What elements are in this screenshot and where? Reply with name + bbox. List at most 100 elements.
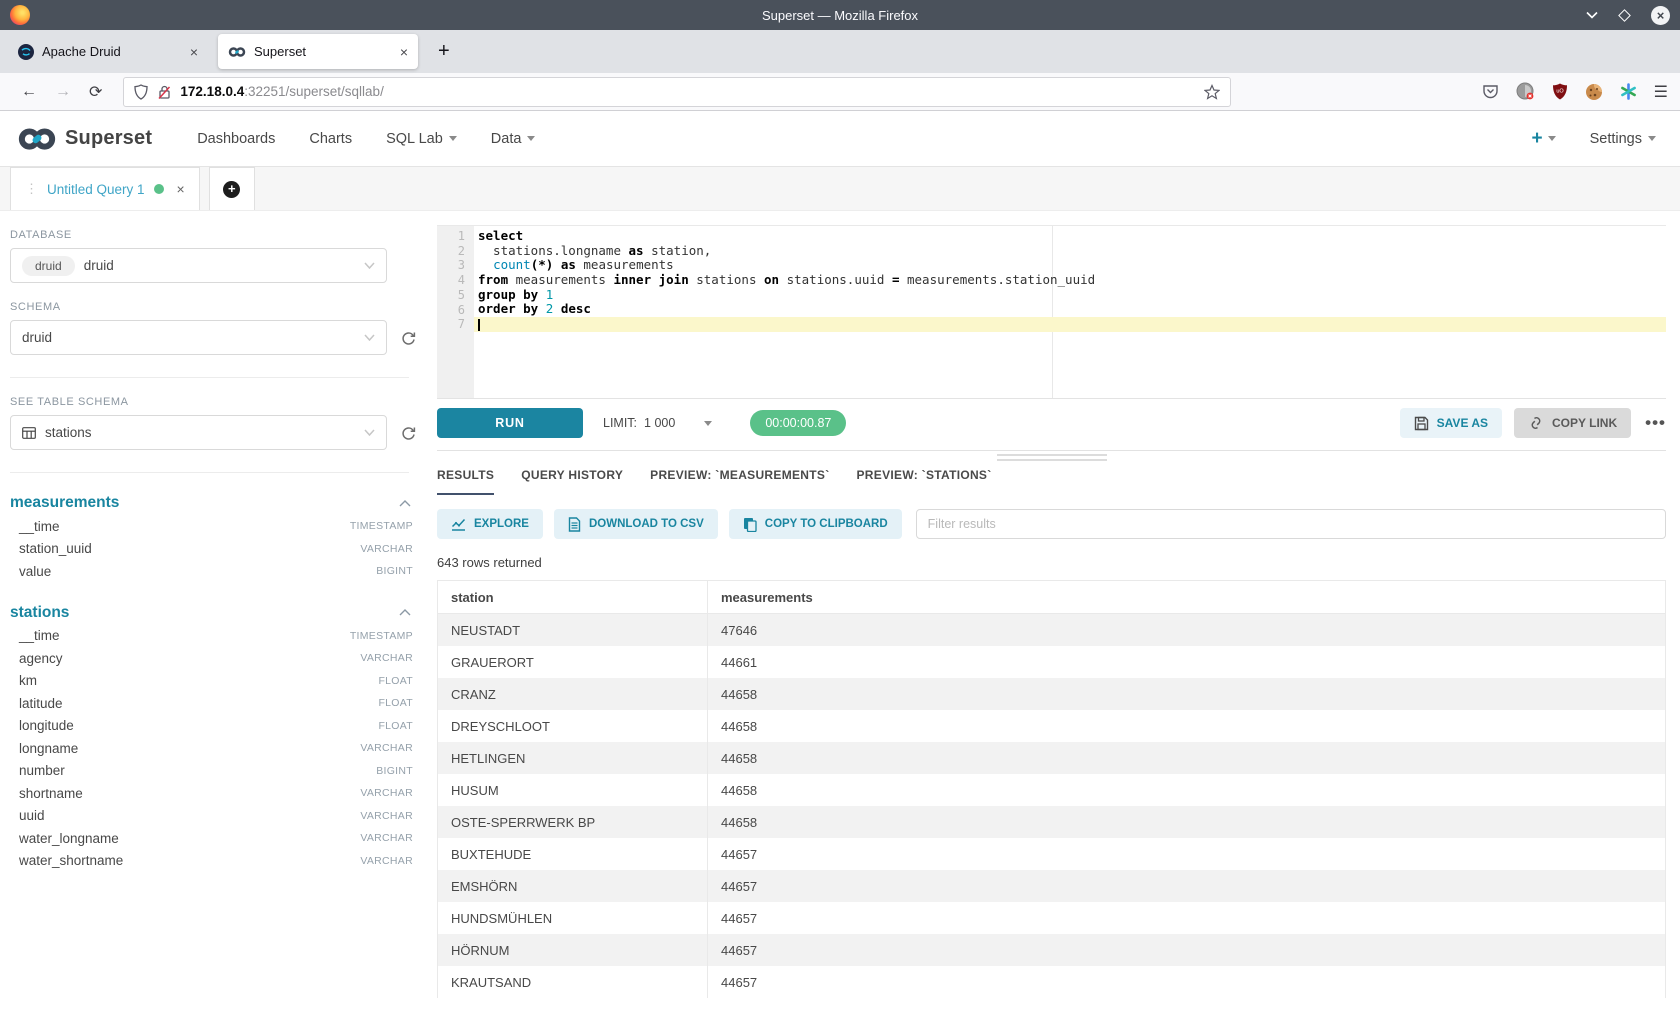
browser-tabstrip: Apache Druid × Superset × + bbox=[0, 30, 1680, 73]
schema-table-header[interactable]: stations bbox=[10, 601, 413, 625]
menu-hamburger-icon[interactable]: ☰ bbox=[1654, 82, 1668, 102]
copy-clipboard-button[interactable]: COPY TO CLIPBOARD bbox=[729, 509, 902, 539]
table-row[interactable]: HÖRNUM44657 bbox=[438, 934, 1665, 966]
window-minimize-icon[interactable] bbox=[1586, 11, 1598, 19]
nav-item-charts[interactable]: Charts bbox=[309, 131, 352, 147]
query-tab-untitled[interactable]: ⋮ Untitled Query 1 × bbox=[10, 167, 200, 210]
nav-item-sql-lab[interactable]: SQL Lab bbox=[386, 131, 457, 147]
table-row[interactable]: HETLINGEN44658 bbox=[438, 742, 1665, 774]
database-select[interactable]: druid druid bbox=[10, 248, 387, 283]
ublock-origin-icon[interactable]: uO bbox=[1552, 83, 1568, 100]
cell-station: HUNDSMÜHLEN bbox=[438, 902, 708, 934]
chevron-up-icon[interactable] bbox=[399, 609, 411, 616]
refresh-schemas-icon[interactable] bbox=[400, 329, 417, 346]
schema-table-section: stations__timeTIMESTAMPagencyVARCHARkmFL… bbox=[10, 601, 413, 873]
browser-tab-superset[interactable]: Superset × bbox=[218, 34, 418, 69]
column-header-station[interactable]: station bbox=[438, 581, 708, 613]
superset-brand[interactable]: Superset bbox=[16, 126, 152, 152]
pocket-icon[interactable] bbox=[1482, 83, 1499, 100]
code-line: from measurements inner join stations on… bbox=[474, 273, 1666, 288]
bookmark-star-icon[interactable] bbox=[1204, 84, 1220, 100]
sql-code-editor[interactable]: 1234567 select stations.longname as stat… bbox=[437, 225, 1666, 399]
refresh-tables-icon[interactable] bbox=[400, 424, 417, 441]
new-query-tab-button[interactable]: + bbox=[209, 167, 255, 210]
line-number: 7 bbox=[437, 317, 465, 332]
column-header-measurements[interactable]: measurements bbox=[708, 581, 1665, 613]
filter-results-input[interactable] bbox=[916, 509, 1666, 539]
window-maximize-icon[interactable] bbox=[1618, 9, 1631, 22]
tab-query-history[interactable]: QUERY HISTORY bbox=[521, 468, 623, 495]
cell-measurements: 44657 bbox=[708, 902, 1665, 934]
table-row[interactable]: GRAUERORT44661 bbox=[438, 646, 1665, 678]
nav-item-dashboards[interactable]: Dashboards bbox=[197, 131, 275, 147]
tab-preview-measurements[interactable]: PREVIEW: `MEASUREMENTS` bbox=[650, 468, 829, 495]
chevron-down-icon bbox=[704, 421, 712, 426]
tab-close-icon[interactable]: × bbox=[190, 44, 198, 60]
reload-button[interactable]: ⟳ bbox=[80, 82, 111, 102]
new-tab-button[interactable]: + bbox=[430, 40, 458, 63]
schema-table-header[interactable]: measurements bbox=[10, 491, 413, 515]
code-token: measurements bbox=[508, 272, 613, 287]
copy-link-button[interactable]: COPY LINK bbox=[1514, 408, 1631, 438]
schema-select[interactable]: druid bbox=[10, 320, 387, 355]
query-state-dot bbox=[154, 184, 164, 194]
see-table-schema-label: SEE TABLE SCHEMA bbox=[10, 396, 413, 408]
save-as-button[interactable]: SAVE AS bbox=[1400, 408, 1502, 438]
asterisk-extension-icon[interactable] bbox=[1620, 83, 1637, 100]
table-row[interactable]: CRANZ44658 bbox=[438, 678, 1665, 710]
sql-editor-panel: 1234567 select stations.longname as stat… bbox=[423, 211, 1680, 1009]
table-schema-select[interactable]: stations bbox=[10, 415, 387, 450]
drag-handle-icon[interactable]: ⋮ bbox=[25, 181, 38, 197]
back-button[interactable]: ← bbox=[12, 83, 46, 101]
sidebar-divider bbox=[10, 472, 409, 473]
tab-preview-stations[interactable]: PREVIEW: `STATIONS` bbox=[857, 468, 992, 495]
results-table-body: NEUSTADT47646GRAUERORT44661CRANZ44658DRE… bbox=[438, 614, 1665, 998]
tracking-shield-icon[interactable] bbox=[134, 84, 148, 100]
table-row[interactable]: EMSHÖRN44657 bbox=[438, 870, 1665, 902]
cookie-extension-icon[interactable] bbox=[1585, 83, 1603, 101]
table-row[interactable]: DREYSCHLOOT44658 bbox=[438, 710, 1665, 742]
query-tab-close-icon[interactable]: × bbox=[177, 181, 185, 197]
more-actions-button[interactable]: ••• bbox=[1645, 413, 1666, 433]
download-csv-button[interactable]: DOWNLOAD TO CSV bbox=[554, 509, 718, 539]
add-new-button[interactable]: + bbox=[1531, 128, 1555, 150]
code-token: as bbox=[561, 257, 576, 272]
column-type: TIMESTAMP bbox=[350, 630, 413, 642]
limit-dropdown[interactable]: LIMIT: 1 000 bbox=[603, 416, 712, 430]
column-type: FLOAT bbox=[378, 697, 413, 709]
query-tab-bar: ⋮ Untitled Query 1 × + bbox=[0, 167, 1680, 211]
cell-measurements: 44658 bbox=[708, 742, 1665, 774]
cell-station: OSTE-SPERRWERK BP bbox=[438, 806, 708, 838]
panel-splitter[interactable] bbox=[437, 450, 1666, 461]
table-row[interactable]: HUNDSMÜHLEN44657 bbox=[438, 902, 1665, 934]
editor-toolbar: RUN LIMIT: 1 000 00:00:00.87 SAVE AS COP… bbox=[437, 408, 1666, 438]
table-row[interactable]: HUSUM44658 bbox=[438, 774, 1665, 806]
table-row[interactable]: KRAUTSAND44657 bbox=[438, 966, 1665, 998]
code-token: (*) bbox=[531, 257, 554, 272]
browser-tab-apache-druid[interactable]: Apache Druid × bbox=[8, 34, 208, 69]
forward-button[interactable]: → bbox=[46, 83, 80, 101]
cell-station: HÖRNUM bbox=[438, 934, 708, 966]
nav-item-data[interactable]: Data bbox=[491, 131, 536, 147]
file-csv-icon bbox=[568, 517, 581, 532]
explore-button[interactable]: EXPLORE bbox=[437, 509, 543, 539]
table-row[interactable]: OSTE-SPERRWERK BP44658 bbox=[438, 806, 1665, 838]
table-row[interactable]: BUXTEHUDE44657 bbox=[438, 838, 1665, 870]
run-query-button[interactable]: RUN bbox=[437, 408, 583, 438]
editor-code-area[interactable]: select stations.longname as station, cou… bbox=[474, 226, 1666, 398]
column-type: FLOAT bbox=[378, 720, 413, 732]
code-token: desc bbox=[561, 301, 591, 316]
tab-results[interactable]: RESULTS bbox=[437, 468, 494, 495]
window-close-icon[interactable]: × bbox=[1651, 6, 1670, 25]
url-text: 172.18.0.4:32251/superset/sqllab/ bbox=[180, 84, 1195, 99]
settings-menu[interactable]: Settings bbox=[1590, 131, 1656, 147]
chevron-up-icon[interactable] bbox=[399, 500, 411, 507]
tab-close-icon[interactable]: × bbox=[400, 44, 408, 60]
url-bar[interactable]: 172.18.0.4:32251/superset/sqllab/ bbox=[123, 77, 1231, 107]
column-name: water_shortname bbox=[19, 853, 123, 868]
extension-blocked-icon[interactable] bbox=[1516, 82, 1535, 101]
table-row[interactable]: NEUSTADT47646 bbox=[438, 614, 1665, 646]
line-number: 4 bbox=[437, 273, 465, 288]
cell-station: DREYSCHLOOT bbox=[438, 710, 708, 742]
insecure-lock-icon[interactable] bbox=[157, 84, 171, 100]
